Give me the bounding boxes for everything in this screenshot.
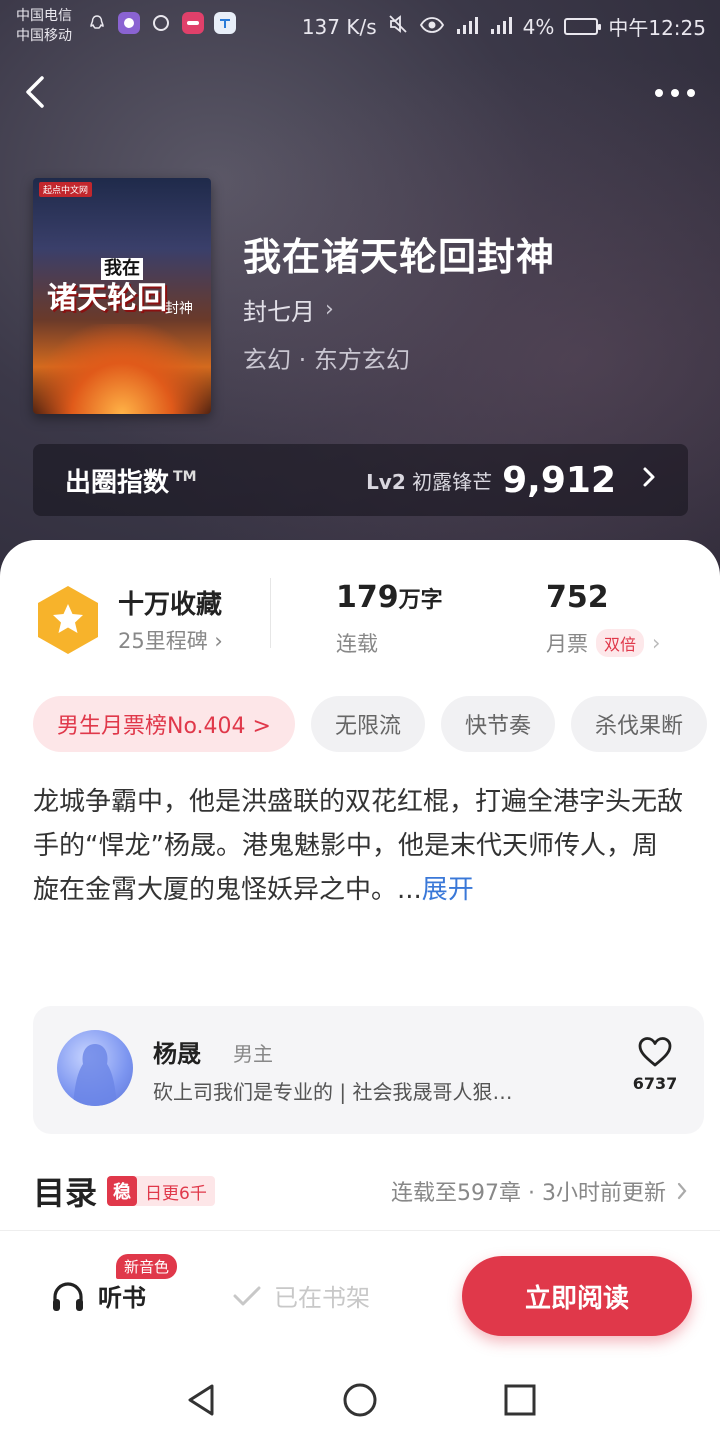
- popularity-value: 9,912: [502, 459, 616, 501]
- update-badge: 稳 日更6千: [107, 1176, 215, 1206]
- monthly-tickets-value: 752: [546, 580, 609, 615]
- divider: [0, 1230, 720, 1231]
- favorites-count: 十万收藏: [118, 590, 223, 620]
- chevron-right-icon: [677, 1182, 687, 1200]
- like-button[interactable]: 6737: [630, 1036, 680, 1093]
- author-link[interactable]: 封七月 ›: [243, 292, 334, 327]
- chevron-right-icon: ›: [325, 297, 334, 322]
- character-card[interactable]: 杨晟 男主 砍上司我们是专业的 | 社会我晟哥人狠… 6737: [33, 1006, 704, 1134]
- app-badge-icon: [182, 12, 204, 34]
- carrier-2: 中国移动: [16, 28, 72, 44]
- book-title: 我在诸天轮回封神: [243, 235, 556, 279]
- chevron-right-icon: ›: [652, 631, 661, 655]
- signal-4g-icon: [489, 15, 513, 39]
- cover-publisher-badge: 起点中文网: [39, 182, 93, 197]
- tag-item[interactable]: 杀伐果断: [570, 696, 707, 752]
- chevron-left-icon: [26, 76, 44, 108]
- dot-icon: [655, 89, 663, 97]
- battery-percent: 4%: [522, 14, 555, 39]
- character-name: 杨晟: [153, 1040, 201, 1068]
- signal-2g-icon: [455, 15, 479, 39]
- listen-button[interactable]: 听书: [50, 1278, 146, 1313]
- home-circle-icon[interactable]: [340, 1380, 380, 1420]
- cover-title-small: 我在: [101, 258, 143, 280]
- back-triangle-icon[interactable]: [182, 1380, 222, 1420]
- system-navigation-bar: [0, 1360, 720, 1440]
- carrier-info: 中国电信 中国移动: [16, 6, 72, 46]
- stable-badge: 稳: [107, 1176, 138, 1206]
- read-now-button[interactable]: 立即阅读: [462, 1256, 692, 1336]
- popularity-title: 出圈指数 TM: [65, 467, 197, 498]
- chevron-right-icon: [642, 466, 656, 494]
- notification-icons: [86, 12, 236, 34]
- qq-icon: [86, 12, 108, 34]
- telecom-icon: [214, 12, 236, 34]
- double-badge: 双倍: [596, 629, 645, 657]
- tag-item[interactable]: 快节奏: [440, 696, 555, 752]
- popularity-index-bar[interactable]: 出圈指数 TM Lv2 初露锋芒 9,912: [33, 444, 688, 516]
- dot-icon: [671, 89, 679, 97]
- status-bar: 中国电信 中国移动 137 K/s 4% 中午12:25: [0, 0, 720, 50]
- back-button[interactable]: [18, 72, 58, 112]
- synopsis: 龙城争霸中，他是洪盛联的双花红棍，打遍全港字头无敌手的“悍龙”杨晟。港鬼魅影中，…: [33, 780, 683, 912]
- toc-title: 目录: [33, 1174, 98, 1212]
- status-right: 137 K/s 4% 中午12:25: [302, 12, 706, 41]
- table-of-contents-row[interactable]: 目录 稳 日更6千 连载至597章 · 3小时前更新: [33, 1168, 688, 1214]
- daily-update: 日更6千: [145, 1183, 207, 1204]
- new-voice-badge: 新音色: [116, 1254, 178, 1279]
- divider: [270, 578, 271, 648]
- listen-label: 听书: [98, 1284, 146, 1312]
- book-cover[interactable]: 起点中文网 我在 诸天轮回 封神: [33, 178, 211, 414]
- character-description: 砍上司我们是专业的 | 社会我晟哥人狠…: [153, 1080, 513, 1104]
- popularity-level: Lv2 初露锋芒: [366, 469, 493, 494]
- dot-icon: [687, 89, 695, 97]
- clock: 中午12:25: [608, 16, 706, 40]
- cover-title-main: 诸天轮回: [47, 281, 167, 316]
- network-speed: 137 K/s: [301, 14, 377, 39]
- synopsis-text: 龙城争霸中，他是洪盛联的双花红棍，打遍全港字头无敌手的“悍龙”杨晟。港鬼魅影中，…: [33, 787, 684, 905]
- like-count: 6737: [632, 1074, 678, 1093]
- sync-icon: [150, 12, 172, 34]
- headphones-icon: [53, 1281, 83, 1311]
- book-genre: 玄幻 · 东方玄幻: [243, 346, 410, 374]
- cover-title: 我在 诸天轮回: [47, 248, 167, 316]
- on-shelf-button[interactable]: 已在书架: [232, 1278, 370, 1313]
- app-notify-icon: [118, 12, 140, 34]
- tag-item[interactable]: 无限流: [310, 696, 425, 752]
- character-role: 男主: [233, 1042, 273, 1066]
- author-name: 封七月: [243, 298, 315, 326]
- tag-list: 男生月票榜No.404 > 无限流 快节奏 杀伐果断: [33, 696, 707, 752]
- popularity-right: Lv2 初露锋芒 9,912: [366, 460, 656, 501]
- more-options-button[interactable]: [650, 78, 700, 108]
- battery-icon: [564, 18, 602, 35]
- toc-status: 连载至597章 · 3小时前更新: [391, 1175, 688, 1207]
- milestone-link[interactable]: 25里程碑 ›: [118, 625, 223, 655]
- word-count: 179万字: [336, 580, 443, 615]
- monthly-tickets-link[interactable]: 月票 双倍 ›: [546, 628, 660, 658]
- star-badge-icon: [38, 586, 98, 654]
- chevron-right-icon: ›: [214, 629, 223, 653]
- expand-link[interactable]: 展开: [422, 875, 474, 905]
- mute-icon: [387, 13, 409, 40]
- carrier-1: 中国电信: [16, 8, 72, 24]
- book-detail-card: 十万收藏 25里程碑 › 179万字 连载 752 月票 双倍 › 男生月票榜N…: [0, 540, 720, 1440]
- eye-icon: [419, 15, 445, 39]
- cover-artwork: [33, 324, 211, 414]
- serial-status: 连载: [336, 632, 378, 656]
- tag-ranking[interactable]: 男生月票榜No.404 >: [33, 696, 295, 752]
- cover-subtitle: 封神: [165, 301, 193, 317]
- monthly-tickets-label: 月票: [546, 632, 588, 656]
- check-icon: [233, 1286, 261, 1305]
- on-shelf-label: 已在书架: [274, 1284, 370, 1312]
- avatar: [57, 1030, 133, 1106]
- recents-square-icon[interactable]: [500, 1380, 540, 1420]
- heart-icon: [638, 1037, 672, 1067]
